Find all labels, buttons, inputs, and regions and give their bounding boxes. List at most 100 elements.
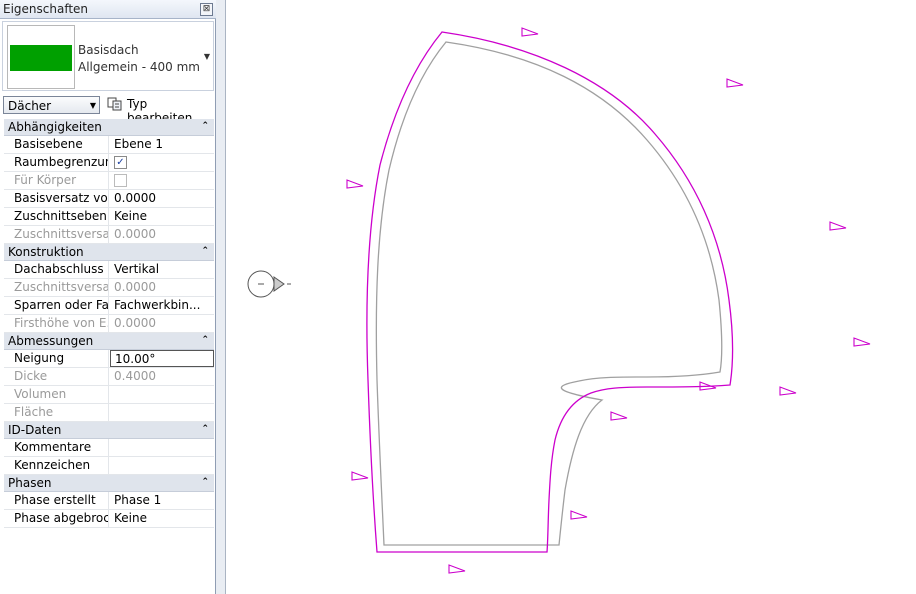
- property-name: Neigung: [4, 350, 109, 367]
- roof-plan-view: [247, 27, 871, 574]
- property-value[interactable]: Keine: [110, 510, 214, 527]
- type-dropdown-arrow-icon[interactable]: ▼: [204, 52, 210, 61]
- property-row[interactable]: Dachabschluss ... Vertikal: [4, 261, 214, 279]
- property-row: Zuschnittsversa... 0.0000: [4, 226, 214, 244]
- property-row[interactable]: Kommentare: [4, 439, 214, 457]
- type-name-label: Allgemein - 400 mm: [78, 60, 200, 74]
- roof-type-swatch: [10, 45, 72, 71]
- slope-arrow-icon[interactable]: [610, 411, 628, 421]
- property-row[interactable]: Phase abgebroc...Keine: [4, 510, 214, 528]
- category-filter-dropdown[interactable]: Dächer ▼: [3, 96, 100, 114]
- close-icon[interactable]: ⊠: [200, 3, 213, 16]
- property-group-label: Abmessungen: [8, 334, 94, 348]
- slope-arrow-icon[interactable]: [853, 337, 871, 347]
- collapse-chevron-icon[interactable]: ⌃: [201, 121, 209, 131]
- slope-arrow-icon[interactable]: [779, 386, 797, 396]
- property-row[interactable]: Zuschnittseben... Keine: [4, 208, 214, 226]
- property-group-label: Phasen: [8, 476, 52, 490]
- roof-footprint-edge: [375, 41, 723, 546]
- category-filter-value: Dächer: [8, 99, 52, 113]
- slope-arrow-icon[interactable]: [448, 564, 466, 574]
- roof-boundary-sketch: [366, 31, 734, 553]
- property-value: 0.0000: [114, 280, 156, 294]
- section-marker-icon[interactable]: [247, 270, 291, 298]
- property-name: Basisebene: [4, 136, 109, 153]
- property-value: ✓: [110, 154, 214, 171]
- property-name: Dachabschluss ...: [4, 261, 109, 278]
- property-group-label: Abhängigkeiten: [8, 120, 102, 134]
- property-grid: Abhängigkeiten ⌃ Basisebene Ebene 1 Raumbegr…: [4, 119, 214, 528]
- property-row: Volumen: [4, 386, 214, 404]
- property-name: Für Körper: [4, 172, 109, 189]
- property-name: Volumen: [4, 386, 109, 403]
- slope-arrow-icon[interactable]: [346, 179, 364, 189]
- collapse-chevron-icon[interactable]: ⌃: [201, 335, 209, 345]
- property-name: Basisversatz vo...: [4, 190, 109, 207]
- property-value[interactable]: Ebene 1: [110, 136, 214, 153]
- property-row: Fläche: [4, 404, 214, 422]
- property-group-header[interactable]: ID-Daten ⌃: [4, 422, 214, 439]
- roof-type-preview: [7, 25, 75, 89]
- drawing-area[interactable]: [227, 0, 916, 594]
- checkbox-icon: [114, 174, 127, 187]
- property-group-header[interactable]: Phasen ⌃: [4, 475, 214, 492]
- property-value: 0.0000: [114, 316, 156, 330]
- slope-arrow-icon[interactable]: [570, 510, 588, 520]
- property-value[interactable]: 0.0000: [110, 190, 214, 207]
- property-row[interactable]: Phase erstellt Phase 1: [4, 492, 214, 510]
- property-name: Fläche: [4, 404, 109, 421]
- property-row[interactable]: Basisversatz vo... 0.0000: [4, 190, 214, 208]
- property-value[interactable]: Vertikal: [110, 261, 214, 278]
- property-row[interactable]: Raumbegrenzung ✓: [4, 154, 214, 172]
- edit-type-button[interactable]: Typ bearbeiten: [106, 95, 214, 125]
- property-value: [110, 404, 214, 421]
- property-name: Dicke: [4, 368, 109, 385]
- property-group-header[interactable]: Konstruktion ⌃: [4, 244, 214, 261]
- property-group-header[interactable]: Abhängigkeiten ⌃: [4, 119, 214, 136]
- property-value[interactable]: [110, 439, 214, 456]
- property-value: [110, 386, 214, 403]
- properties-palette: Eigenschaften ⊠ Basisdach Allgemein - 40…: [0, 0, 216, 594]
- property-group-label: ID-Daten: [8, 423, 62, 437]
- collapse-chevron-icon[interactable]: ⌃: [201, 246, 209, 256]
- property-row: Für Körper: [4, 172, 214, 190]
- property-row: Dicke 0.4000: [4, 368, 214, 386]
- slope-arrows: [346, 27, 871, 574]
- property-value-input[interactable]: 10.00°: [110, 350, 214, 367]
- property-value: 0.0000: [114, 227, 156, 241]
- checked-checkbox-icon[interactable]: ✓: [114, 156, 127, 169]
- palette-splitter[interactable]: [216, 0, 226, 594]
- property-row[interactable]: Sparren oder Fa...Fachwerkbin...: [4, 297, 214, 315]
- property-name: Raumbegrenzung: [4, 154, 109, 171]
- property-name: Kennzeichen: [4, 457, 109, 474]
- property-name: Zuschnittseben...: [4, 208, 109, 225]
- type-selector[interactable]: Basisdach Allgemein - 400 mm ▼: [2, 21, 214, 91]
- edit-type-icon: [107, 97, 122, 111]
- slope-arrow-icon[interactable]: [726, 78, 744, 88]
- property-row[interactable]: Neigung 10.00°: [4, 350, 214, 368]
- property-row[interactable]: Kennzeichen: [4, 457, 214, 475]
- slope-arrow-icon[interactable]: [351, 471, 369, 481]
- property-value: [110, 172, 214, 189]
- chevron-down-icon: ▼: [89, 101, 96, 110]
- slope-arrow-icon[interactable]: [521, 27, 539, 37]
- property-group-label: Konstruktion: [8, 245, 84, 259]
- collapse-chevron-icon[interactable]: ⌃: [201, 477, 209, 487]
- palette-title-bar[interactable]: Eigenschaften ⊠: [0, 0, 216, 19]
- property-row: Zuschnittsversa... 0.0000: [4, 279, 214, 297]
- property-row[interactable]: Basisebene Ebene 1: [4, 136, 214, 154]
- property-value[interactable]: Keine: [110, 208, 214, 225]
- property-value: 0.4000: [114, 369, 156, 383]
- property-name: Phase abgebroc...: [4, 510, 109, 527]
- property-group-header[interactable]: Abmessungen ⌃: [4, 333, 214, 350]
- property-name: Zuschnittsversa...: [4, 279, 109, 296]
- collapse-chevron-icon[interactable]: ⌃: [201, 424, 209, 434]
- property-value[interactable]: Fachwerkbin...: [110, 297, 214, 314]
- property-name: Firsthöhe von E...: [4, 315, 109, 332]
- property-value[interactable]: [110, 457, 214, 474]
- property-value[interactable]: Phase 1: [110, 492, 214, 509]
- property-row: Firsthöhe von E... 0.0000: [4, 315, 214, 333]
- slope-arrow-icon[interactable]: [829, 221, 847, 231]
- property-name: Phase erstellt: [4, 492, 109, 509]
- property-name: Sparren oder Fa...: [4, 297, 109, 314]
